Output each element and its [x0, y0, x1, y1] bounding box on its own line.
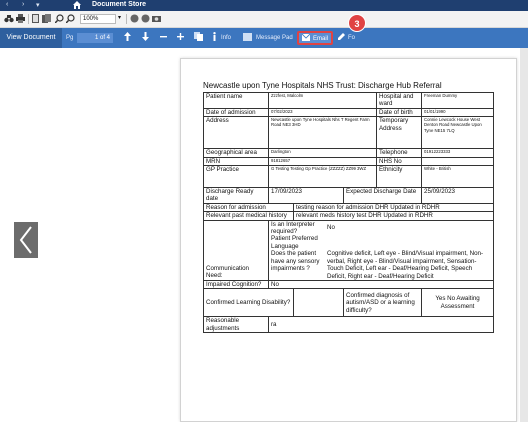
- geo-area-value: Darlington: [267, 148, 378, 158]
- document-title: Newcastle upon Tyne Hospitals NHS Trust:…: [203, 81, 442, 90]
- info-label[interactable]: Info: [221, 35, 231, 41]
- communication-need-label: Communication Need:: [203, 219, 269, 281]
- page-label: Pg: [66, 35, 74, 41]
- document-actionbar: View Document Pg 1 of 4 Info Message Pad…: [0, 28, 528, 48]
- dob-label: Date of birth: [376, 107, 423, 118]
- communication-details: Is an Interpreter required? No Patient P…: [267, 219, 495, 281]
- rotate-icon[interactable]: [130, 14, 139, 25]
- toolbar-divider: [28, 14, 29, 24]
- expected-discharge-label: Expected Discharge Date: [342, 187, 423, 204]
- sensory-impairment-label: Does the patient have any sensory impair…: [271, 250, 320, 273]
- email-icon: [301, 33, 311, 45]
- temp-address-value: Connie Lewcock House West Denton Road Ne…: [421, 116, 495, 150]
- page-icon[interactable]: [32, 14, 40, 25]
- reason-label: Reason for admission: [203, 202, 294, 213]
- vertical-scrollbar[interactable]: [520, 48, 528, 422]
- camera-icon[interactable]: [152, 14, 161, 25]
- arrow-up-icon[interactable]: [124, 32, 131, 43]
- admission-date-label: Date of admission: [203, 107, 269, 118]
- window-titlebar: ‹ › ▾ Document Store: [0, 0, 528, 11]
- find-icon[interactable]: [4, 14, 14, 25]
- document-viewer[interactable]: Newcastle upon Tyne Hospitals NHS Trust:…: [0, 48, 528, 422]
- info-icon[interactable]: [212, 32, 217, 43]
- gp-practice-label: GP Practice: [203, 165, 269, 189]
- window-title: Document Store: [92, 1, 147, 8]
- reasonable-adjustments-label: Reasonable adjustments: [203, 316, 269, 334]
- telephone-label: Telephone: [376, 148, 423, 158]
- forward-icon[interactable]: ›: [22, 1, 24, 8]
- patient-name-label: Patient name: [203, 92, 269, 109]
- ethnicity-value: White - British: [421, 165, 495, 189]
- form-label[interactable]: Fo: [348, 35, 355, 41]
- impaired-cognition-value: No: [267, 279, 495, 290]
- interpreter-label: Is an Interpreter required?: [271, 220, 315, 236]
- chevron-down-icon[interactable]: ▾: [36, 1, 40, 9]
- pmh-value: relevant meds history test DHR Updated i…: [292, 211, 495, 221]
- patient-name-value: Zzzfest, Malcolm: [267, 92, 378, 109]
- interpreter-value: No: [327, 224, 335, 232]
- learning-disability-value: [293, 288, 344, 318]
- view-document-button[interactable]: View Document: [0, 28, 62, 48]
- page-number-field[interactable]: 1 of 4: [77, 33, 113, 43]
- email-button[interactable]: Email: [297, 31, 333, 45]
- discharge-ready-value: 17/09/2023: [268, 187, 344, 204]
- plus-icon[interactable]: [177, 32, 184, 43]
- chevron-down-icon[interactable]: ▾: [118, 14, 121, 21]
- admission-date-value: 07/02/2023: [267, 107, 378, 118]
- hospital-ward-label: Hospital and ward: [376, 92, 423, 109]
- copy-icon[interactable]: [194, 32, 203, 43]
- autism-label: Confirmed diagnosis of autism/ASD or a l…: [342, 288, 423, 318]
- zoom-out-icon[interactable]: [65, 14, 75, 25]
- pages-icon[interactable]: [42, 14, 51, 25]
- address-value: Newcastle upon Tyne Hospitals Nhs T Rege…: [267, 116, 378, 150]
- back-icon[interactable]: ‹: [6, 1, 8, 8]
- print-icon[interactable]: [16, 14, 25, 25]
- mrn-label: MRN: [203, 156, 269, 167]
- reason-value: testing reason for admission DHR Updated…: [292, 202, 495, 213]
- reasonable-adjustments-value: ra: [267, 316, 495, 334]
- mrn-value: 91812657: [267, 156, 378, 167]
- toolbar: 100% ▾: [0, 11, 528, 28]
- discharge-ready-label: Discharge Ready date: [203, 187, 269, 204]
- learning-disability-label: Confirmed Learning Disability?: [203, 288, 294, 318]
- message-pad-label[interactable]: Message Pad: [256, 35, 293, 41]
- minus-icon[interactable]: [160, 32, 167, 43]
- edit-icon[interactable]: [337, 32, 346, 43]
- ethnicity-label: Ethnicity: [376, 165, 423, 189]
- gp-practice-value: G Testing Testing Gp Practice (ZZZZZ) ZZ…: [267, 165, 378, 189]
- sensory-impairment-value: Cognitive deficit, Left eye - Blind/Visu…: [327, 250, 484, 280]
- dob-value: 01/01/1990: [421, 107, 495, 118]
- zoom-value: 100%: [83, 16, 99, 22]
- nhs-label: NHS No: [376, 156, 423, 167]
- pmh-label: Relevant past medical history: [203, 211, 294, 221]
- referral-table: Patient name Zzzfest, Malcolm Hospital a…: [203, 92, 495, 334]
- message-pad-icon[interactable]: [243, 32, 252, 43]
- zoom-level-select[interactable]: 100%: [80, 14, 116, 24]
- email-label: Email: [313, 36, 329, 42]
- geo-area-label: Geographical area: [203, 148, 269, 158]
- arrow-down-icon[interactable]: [142, 32, 149, 43]
- step-marker: 3: [348, 14, 366, 32]
- telephone-value: 01912223333: [421, 148, 495, 158]
- nhs-value: [421, 156, 495, 167]
- previous-page-icon[interactable]: [14, 222, 38, 258]
- temp-address-label: Temporary Address: [376, 116, 423, 150]
- autism-value: Yes No Awaiting Assessment: [421, 288, 495, 318]
- address-label: Address: [203, 116, 269, 150]
- zoom-in-icon[interactable]: [54, 14, 64, 25]
- fit-page-icon[interactable]: [141, 14, 150, 25]
- preferred-language-label: Patient Preferred Language: [271, 235, 318, 250]
- toolbar-divider: [126, 14, 127, 24]
- hospital-ward-value: Freeman Dummy: [421, 92, 495, 109]
- impaired-cognition-label: Impaired Cognition?: [203, 279, 269, 290]
- preferred-language-value: [325, 235, 493, 250]
- expected-discharge-value: 25/09/2023: [421, 187, 495, 204]
- document-page: Newcastle upon Tyne Hospitals NHS Trust:…: [180, 58, 517, 422]
